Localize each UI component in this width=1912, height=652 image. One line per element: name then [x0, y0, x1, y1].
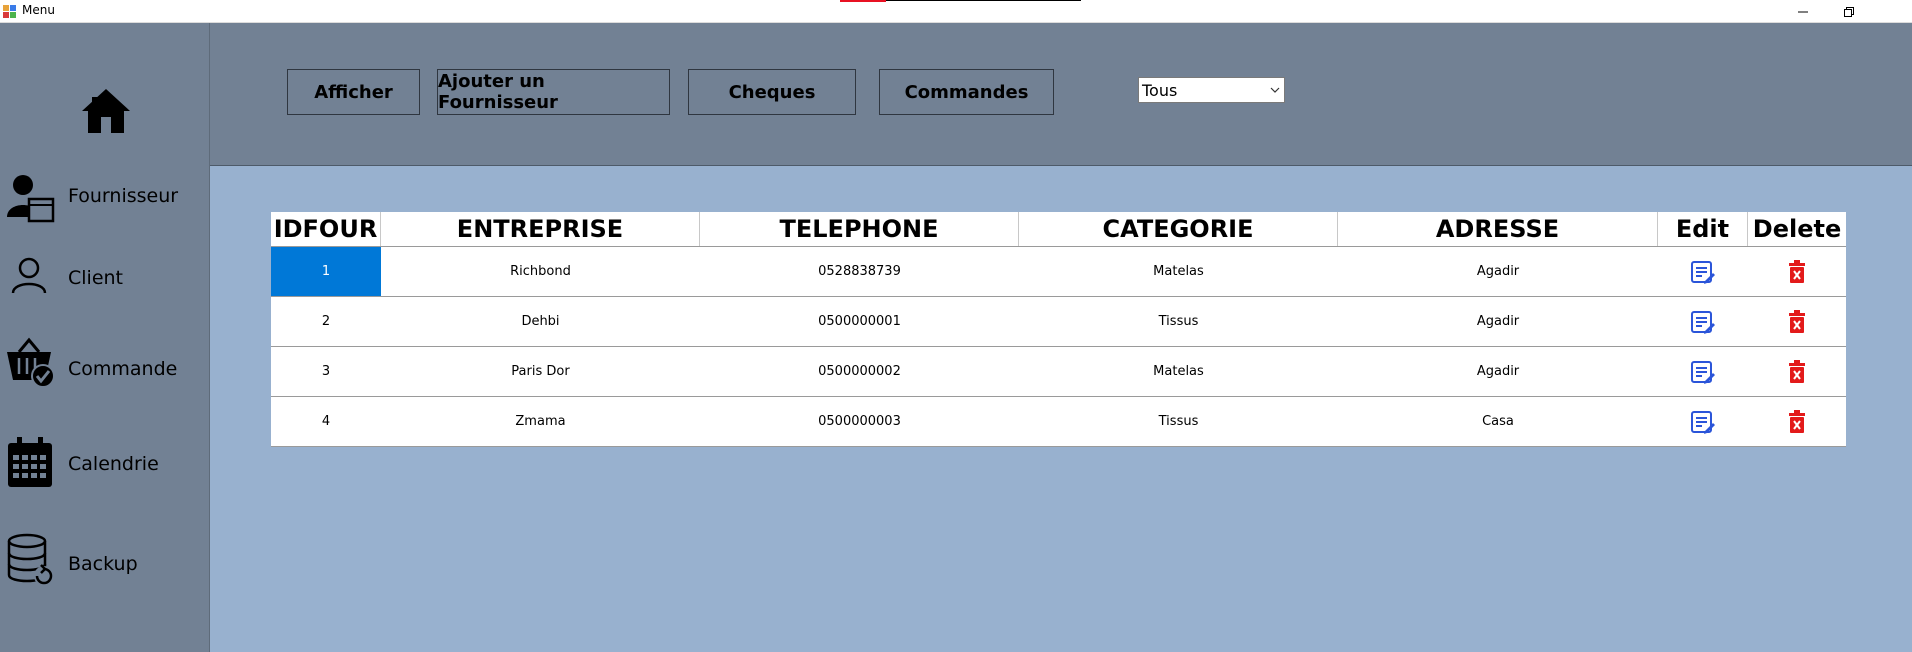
title-dark-line: [886, 0, 1081, 1]
cheques-button[interactable]: Cheques: [688, 69, 856, 115]
calendar-icon: [8, 437, 52, 487]
cell-delete: [1748, 247, 1846, 296]
sidebar-item-label: Backup: [68, 553, 138, 575]
cell-telephone[interactable]: 0528838739: [700, 247, 1019, 296]
cell-delete: [1748, 397, 1846, 446]
home-icon[interactable]: [80, 85, 132, 137]
delete-icon[interactable]: [1784, 309, 1810, 335]
cell-adresse[interactable]: Agadir: [1338, 297, 1658, 346]
cell-entreprise[interactable]: Dehbi: [381, 297, 700, 346]
cell-telephone[interactable]: 0500000001: [700, 297, 1019, 346]
sidebar: Fournisseur Client Commande Calendrie Ba…: [0, 23, 210, 652]
chevron-down-icon: [1270, 87, 1280, 93]
column-header-adresse[interactable]: ADRESSE: [1338, 212, 1658, 246]
cell-adresse[interactable]: Agadir: [1338, 247, 1658, 296]
edit-icon[interactable]: [1690, 359, 1716, 385]
column-header-delete[interactable]: Delete: [1748, 212, 1846, 246]
cell-categorie[interactable]: Matelas: [1019, 347, 1338, 396]
column-header-entreprise[interactable]: ENTREPRISE: [381, 212, 700, 246]
suppliers-table: IDFOUR ENTREPRISE TELEPHONE CATEGORIE AD…: [271, 212, 1846, 447]
sidebar-item-label: Calendrie: [68, 453, 159, 475]
cell-entreprise[interactable]: Paris Dor: [381, 347, 700, 396]
category-filter-select[interactable]: Tous: [1138, 77, 1285, 103]
sidebar-item-client[interactable]: Client: [0, 253, 210, 313]
cell-id[interactable]: 2: [271, 297, 381, 346]
column-header-edit[interactable]: Edit: [1658, 212, 1748, 246]
minimize-icon: [1798, 11, 1808, 12]
cell-edit: [1658, 347, 1748, 396]
delete-icon[interactable]: [1784, 259, 1810, 285]
app-icon: [3, 5, 16, 18]
title-bar: Menu: [0, 0, 1912, 23]
table-header-row: IDFOUR ENTREPRISE TELEPHONE CATEGORIE AD…: [271, 212, 1846, 247]
sidebar-item-label: Fournisseur: [68, 185, 179, 207]
title-accent-line: [840, 0, 886, 2]
cell-adresse[interactable]: Casa: [1338, 397, 1658, 446]
cell-delete: [1748, 347, 1846, 396]
sidebar-item-commande[interactable]: Commande: [0, 336, 210, 396]
cell-edit: [1658, 297, 1748, 346]
cell-edit: [1658, 247, 1748, 296]
cell-categorie[interactable]: Tissus: [1019, 297, 1338, 346]
cell-id[interactable]: 1: [271, 247, 381, 296]
commandes-button[interactable]: Commandes: [879, 69, 1054, 115]
table-row[interactable]: 4 Zmama 0500000003 Tissus Casa: [271, 397, 1846, 447]
cell-categorie[interactable]: Matelas: [1019, 247, 1338, 296]
filter-selected-value: Tous: [1142, 81, 1178, 100]
cell-delete: [1748, 297, 1846, 346]
cell-categorie[interactable]: Tissus: [1019, 397, 1338, 446]
table-row[interactable]: 2 Dehbi 0500000001 Tissus Agadir: [271, 297, 1846, 347]
user-icon: [11, 257, 47, 294]
window-title: Menu: [22, 3, 55, 17]
table-row[interactable]: 1 Richbond 0528838739 Matelas Agadir: [271, 247, 1846, 297]
cell-id[interactable]: 4: [271, 397, 381, 446]
column-header-idfour[interactable]: IDFOUR: [271, 212, 381, 246]
basket-check-icon: [7, 337, 55, 388]
minimize-button[interactable]: [1780, 0, 1826, 23]
cell-edit: [1658, 397, 1748, 446]
edit-icon[interactable]: [1690, 409, 1716, 435]
cell-entreprise[interactable]: Richbond: [381, 247, 700, 296]
sidebar-item-fournisseur[interactable]: Fournisseur: [0, 171, 210, 231]
cell-telephone[interactable]: 0500000003: [700, 397, 1019, 446]
sidebar-item-backup[interactable]: Backup: [0, 533, 210, 593]
sidebar-item-label: Client: [68, 267, 124, 289]
restore-icon: [1844, 6, 1854, 17]
cell-entreprise[interactable]: Zmama: [381, 397, 700, 446]
supplier-icon: [7, 175, 55, 223]
afficher-button[interactable]: Afficher: [287, 69, 420, 115]
table-row[interactable]: 3 Paris Dor 0500000002 Matelas Agadir: [271, 347, 1846, 397]
delete-icon[interactable]: [1784, 409, 1810, 435]
cell-adresse[interactable]: Agadir: [1338, 347, 1658, 396]
edit-icon[interactable]: [1690, 309, 1716, 335]
sidebar-item-label: Commande: [68, 358, 178, 380]
restore-button[interactable]: [1826, 0, 1872, 23]
add-supplier-button[interactable]: Ajouter un Fournisseur: [437, 69, 670, 115]
cell-telephone[interactable]: 0500000002: [700, 347, 1019, 396]
delete-icon[interactable]: [1784, 359, 1810, 385]
column-header-telephone[interactable]: TELEPHONE: [700, 212, 1019, 246]
edit-icon[interactable]: [1690, 259, 1716, 285]
column-header-categorie[interactable]: CATEGORIE: [1019, 212, 1338, 246]
database-backup-icon: [7, 533, 54, 586]
sidebar-item-calendrie[interactable]: Calendrie: [0, 435, 210, 495]
cell-id[interactable]: 3: [271, 347, 381, 396]
